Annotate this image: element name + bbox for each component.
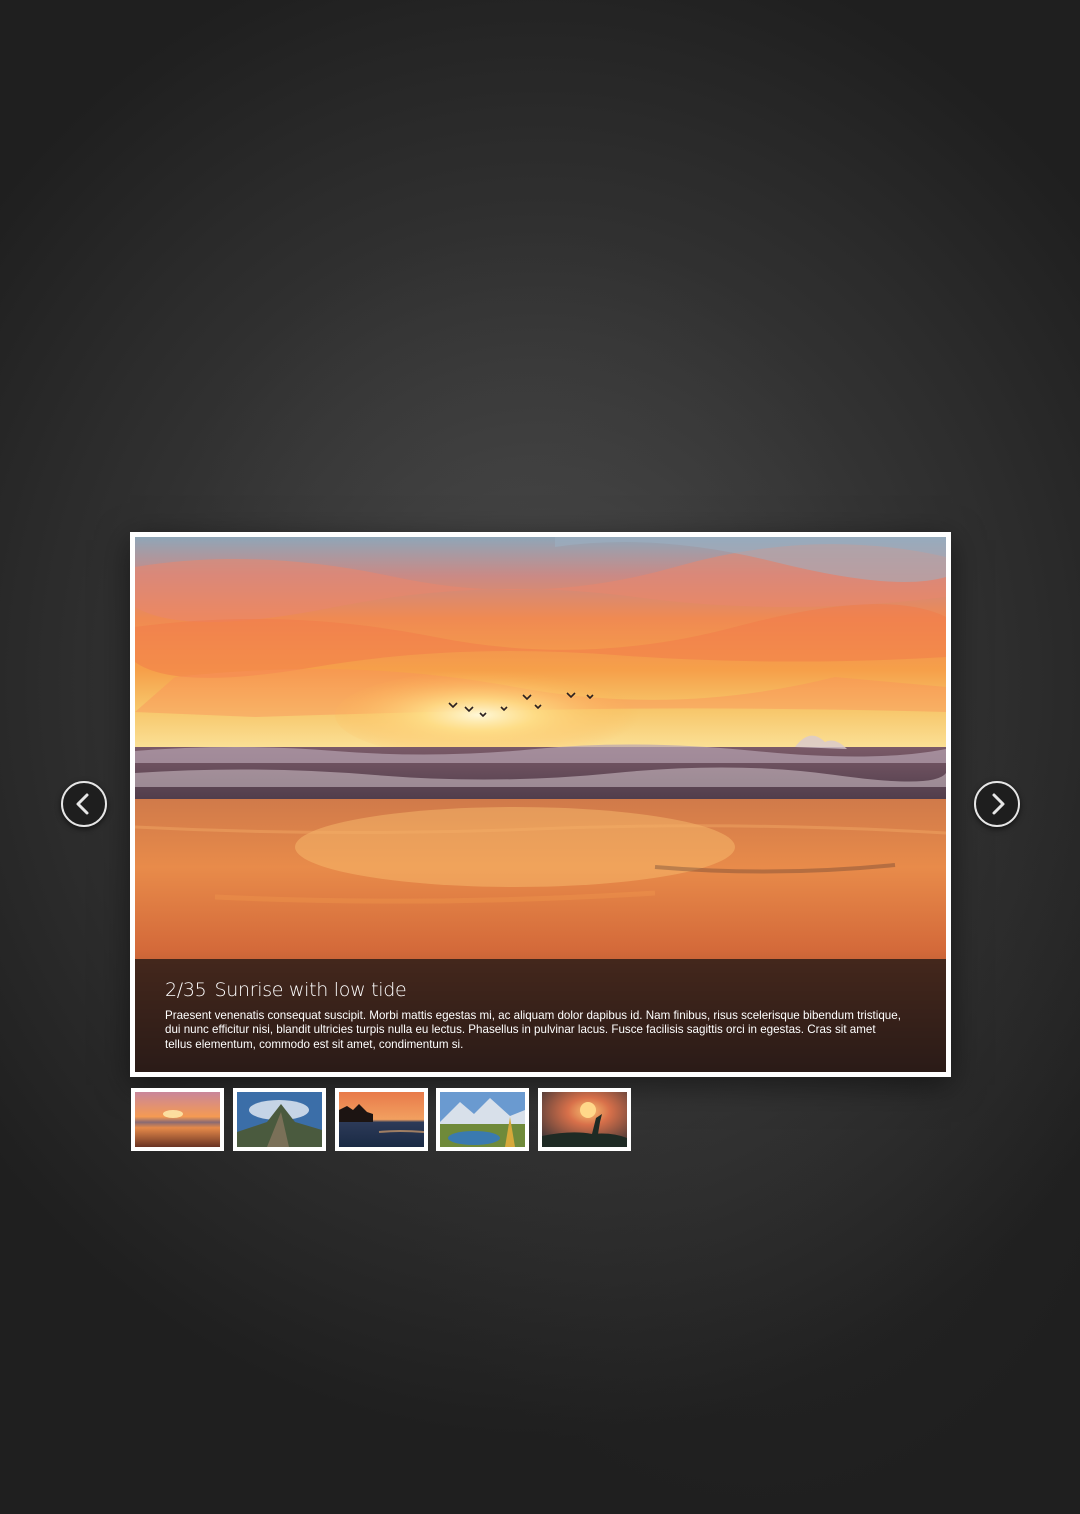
caption-title: 2/35 Sunrise with low tide [165, 977, 916, 1003]
thumbnail-image [237, 1092, 322, 1147]
chevron-right-icon [992, 793, 1005, 815]
thumbnail-image [135, 1092, 220, 1147]
thumbnail-palm-island-sunset[interactable] [335, 1088, 428, 1151]
thumbnail-sunset-beach[interactable] [131, 1088, 224, 1151]
image-title: Sunrise with low tide [214, 979, 407, 1001]
thumbnail-image [440, 1092, 525, 1147]
thumbnail-alpine-lake[interactable] [436, 1088, 529, 1151]
thumbnail-image [542, 1092, 627, 1147]
thumbnail-silhouette-sunset[interactable] [538, 1088, 631, 1151]
next-button[interactable] [974, 781, 1020, 827]
main-image-frame: 2/35 Sunrise with low tide Praesent venen… [130, 532, 951, 1077]
image-caption: 2/35 Sunrise with low tide Praesent venen… [135, 959, 946, 1072]
image-description: Praesent venenatis consequat suscipit. M… [165, 1009, 901, 1051]
thumbnail-mountain-ridge[interactable] [233, 1088, 326, 1151]
previous-button[interactable] [61, 781, 107, 827]
thumbnail-image [339, 1092, 424, 1147]
chevron-left-icon [76, 793, 89, 815]
image-counter: 2/35 [165, 979, 207, 1001]
